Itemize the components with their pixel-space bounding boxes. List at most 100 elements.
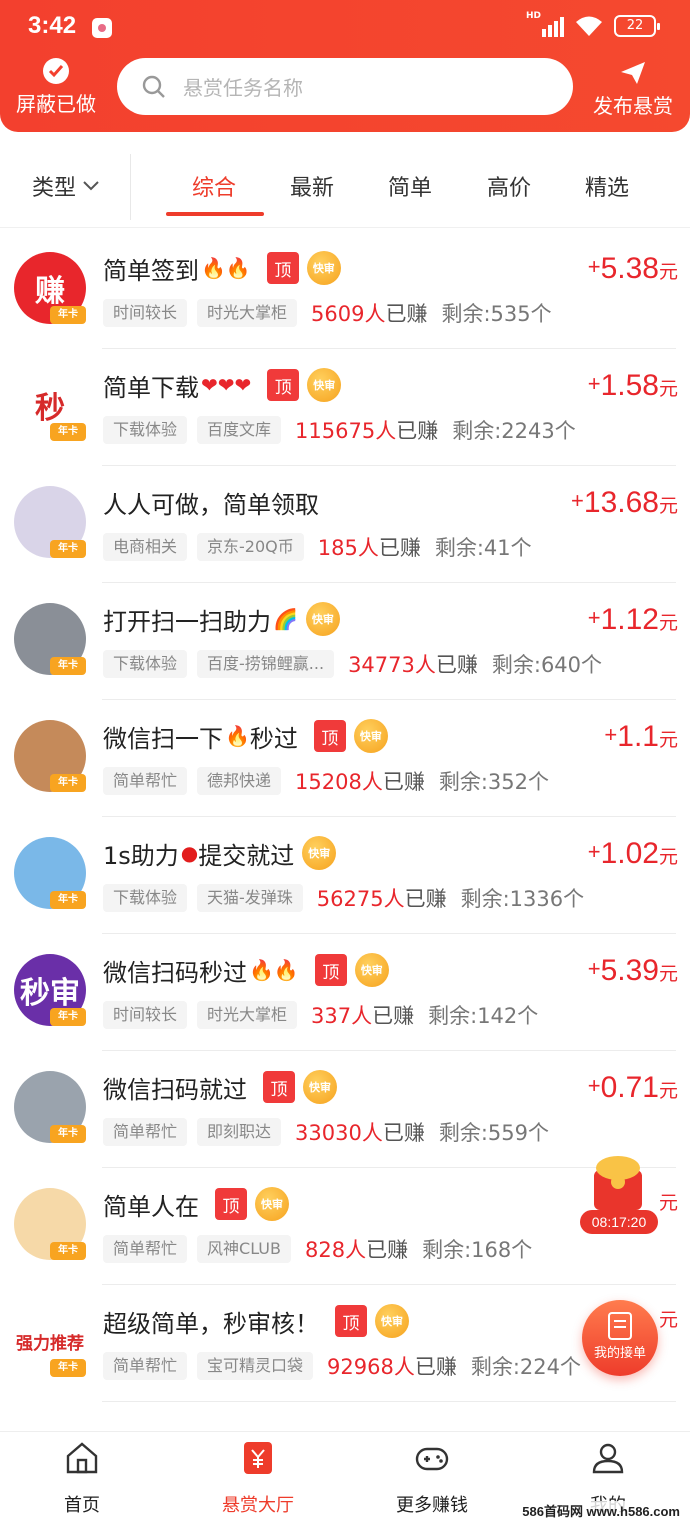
fast-review-badge: 快审 <box>306 251 341 285</box>
fast-review-badge: 快审 <box>375 1304 409 1338</box>
earned-count: 56275人已赚 <box>317 883 447 913</box>
earned-count: 92968人已赚 <box>327 1351 457 1381</box>
task-reward: +5.38元 <box>588 252 678 286</box>
category-tag: 时间较长 <box>103 299 188 327</box>
task-item[interactable]: 年卡 1s助力 ● 提交就过 快审 +1.02元 下载体验 天猫-发弹珠 562… <box>0 817 690 934</box>
remaining-count: 剩余:168个 <box>422 1238 533 1262</box>
active-tab-indicator <box>166 212 264 216</box>
tab-comprehensive[interactable]: 综合 <box>192 170 236 202</box>
task-title-suffix: 提交就过 <box>198 841 295 870</box>
earned-number: 185人 <box>317 536 379 560</box>
year-card-badge: 年卡 <box>50 1008 86 1026</box>
task-title-row: 微信扫一下 🔥 秒过 顶 快审 <box>103 718 388 754</box>
task-title-row: 1s助力 ● 提交就过 快审 <box>103 835 337 871</box>
tab-high-price[interactable]: 高价 <box>487 170 531 202</box>
remaining-count: 剩余:535个 <box>441 302 552 326</box>
task-item[interactable]: 年卡 打开扫一扫助力 🌈 快审 +1.12元 下载体验 百度-捞锦鲤赢... 3… <box>0 583 690 700</box>
project-tag: 天猫-发弹珠 <box>197 884 303 912</box>
reward-amount: 0.71 <box>600 1071 659 1104</box>
reward-amount: 1.02 <box>600 837 659 870</box>
project-tag: 时光大掌柜 <box>197 299 298 327</box>
type-label: 类型 <box>32 176 77 201</box>
task-reward: +1.02元 <box>588 837 678 871</box>
earned-suffix: 已赚 <box>382 770 425 794</box>
task-item[interactable]: 年卡 人人可做，简单领取 +13.68元 电商相关 京东-20Q币 185人已赚… <box>0 466 690 583</box>
task-title-row: 简单签到 🔥🔥 顶 快审 <box>103 250 341 286</box>
nav-home[interactable]: 首页 <box>12 1440 152 1517</box>
category-tag: 简单帮忙 <box>103 1118 188 1146</box>
earned-count: 185人已赚 <box>318 532 421 562</box>
remaining-count: 剩余:640个 <box>491 653 603 677</box>
earned-count: 15208人已赚 <box>295 766 425 796</box>
tab-featured[interactable]: 精选 <box>585 170 629 202</box>
task-item[interactable]: 秒 年卡 简单下载 ❤❤❤ 顶 快审 +1.58元 下载体验 百度文库 1156… <box>0 349 690 466</box>
check-icon <box>43 58 69 84</box>
rainbow-emoji-icon: 🌈 <box>273 607 298 631</box>
pinned-badge: 顶 <box>313 720 346 752</box>
remaining-count: 剩余:1336个 <box>460 887 585 911</box>
year-card-badge: 年卡 <box>50 891 86 909</box>
type-dropdown[interactable]: 类型 <box>32 170 100 202</box>
task-meta: 简单帮忙 德邦快递 15208人已赚 剩余:352个 <box>103 766 549 796</box>
year-card-badge: 年卡 <box>50 1359 86 1377</box>
task-reward: 元 <box>659 1305 678 1332</box>
reward-sign: + <box>587 839 601 864</box>
hide-done-button[interactable]: 屏蔽已做 <box>12 58 100 117</box>
earned-suffix: 已赚 <box>414 1355 457 1379</box>
red-packet-icon <box>594 1156 642 1210</box>
project-tag: 宝可精灵口袋 <box>197 1352 314 1380</box>
reward-unit: 元 <box>658 1310 678 1331</box>
fast-review-badge: 快审 <box>255 1187 289 1221</box>
reward-unit: 元 <box>658 262 678 283</box>
earned-count: 34773人已赚 <box>348 649 478 679</box>
task-item[interactable]: 秒审 年卡 微信扫码秒过 🔥🔥 顶 快审 +5.39元 时间较长 时光大掌柜 3… <box>0 934 690 1051</box>
task-title-suffix: 秒过 <box>249 724 298 753</box>
search-icon <box>142 75 165 98</box>
nav-more-earn[interactable]: 更多赚钱 <box>362 1440 502 1517</box>
reward-sign: + <box>587 956 601 981</box>
search-input[interactable]: 悬赏任务名称 <box>117 58 573 115</box>
filter-bar: 类型 综合 最新 简单 高价 精选 <box>0 148 690 228</box>
task-title-row: 微信扫码秒过 🔥🔥 顶 快审 <box>103 952 389 988</box>
watermark: 586首码网 www.h586.com <box>518 1501 684 1520</box>
reward-amount: 5.39 <box>600 954 659 987</box>
earned-number: 34773人 <box>348 653 436 677</box>
publish-reward-button[interactable]: 发布悬赏 <box>588 58 678 119</box>
year-card-badge: 年卡 <box>50 540 86 558</box>
tab-latest[interactable]: 最新 <box>290 170 334 202</box>
user-icon <box>592 1443 624 1474</box>
earned-count: 5609人已赚 <box>311 298 427 328</box>
earned-suffix: 已赚 <box>372 1004 415 1028</box>
task-item[interactable]: 赚 年卡 简单签到 🔥🔥 顶 快审 +5.38元 时间较长 时光大掌柜 5609… <box>0 232 690 349</box>
category-tag: 简单帮忙 <box>103 767 188 795</box>
task-item[interactable]: 年卡 微信扫一下 🔥 秒过 顶 快审 +1.1元 简单帮忙 德邦快递 15208… <box>0 700 690 817</box>
task-title: 简单下载 <box>103 373 199 402</box>
earned-number: 5609人 <box>311 302 386 326</box>
task-title: 人人可做，简单领取 <box>103 490 319 519</box>
earned-number: 92968人 <box>327 1355 415 1379</box>
fast-review-badge: 快审 <box>353 719 388 753</box>
task-meta: 下载体验 百度文库 115675人已赚 剩余:2243个 <box>103 415 576 445</box>
divider <box>102 1401 676 1402</box>
remaining-count: 剩余:352个 <box>438 770 550 794</box>
search-placeholder: 悬赏任务名称 <box>183 76 303 100</box>
my-orders-button[interactable]: 我的接单 <box>582 1300 658 1376</box>
task-meta: 时间较长 时光大掌柜 5609人已赚 剩余:535个 <box>103 298 552 328</box>
task-reward: +1.1元 <box>604 720 678 754</box>
fast-review-badge: 快审 <box>303 1070 337 1104</box>
task-reward: +0.71元 <box>588 1071 678 1105</box>
reward-unit: 元 <box>658 496 678 517</box>
reward-unit: 元 <box>658 379 678 400</box>
task-title: 微信扫码秒过 <box>103 958 247 987</box>
nav-reward-hall[interactable]: 悬赏大厅 <box>188 1440 328 1517</box>
tab-simple[interactable]: 简单 <box>388 170 432 202</box>
red-packet-timer[interactable]: 08:17:20 <box>578 1152 660 1238</box>
task-meta: 简单帮忙 即刻职达 33030人已赚 剩余:559个 <box>103 1117 549 1147</box>
bottom-nav: 首页 悬赏大厅 更多赚钱 我的 586首码网 www.h586.com <box>0 1431 690 1526</box>
hide-done-label: 屏蔽已做 <box>16 92 96 116</box>
task-title: 微信扫一下 <box>103 724 223 753</box>
heart-emoji-icon: ❤❤❤ <box>201 373 252 397</box>
fire-emoji-icon: 🔥🔥 <box>201 256 251 280</box>
task-item[interactable]: 年卡 微信扫码就过 顶 快审 +0.71元 简单帮忙 即刻职达 33030人已赚… <box>0 1051 690 1168</box>
category-tag: 下载体验 <box>103 650 188 678</box>
